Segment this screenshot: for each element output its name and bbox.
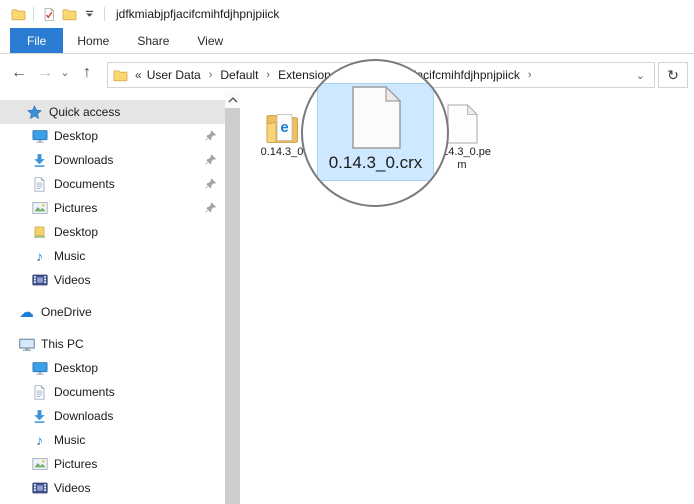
nav-item-this-pc[interactable]: This PC — [0, 332, 225, 356]
nav-item-music-recent[interactable]: ♪ Music — [0, 244, 225, 268]
svg-text:e: e — [280, 119, 288, 136]
onedrive-cloud-icon: ☁ — [18, 304, 35, 320]
breadcrumb-item-user-data[interactable]: User Data — [145, 68, 203, 82]
breadcrumb-overflow[interactable]: « — [132, 68, 145, 82]
window-title: jdfkmiabjpfjacifcmihfdjhpnjpiick — [116, 7, 279, 21]
nav-item-label: Videos — [54, 273, 90, 287]
title-bar: jdfkmiabjpfjacifcmihfdjhpnjpiick — [0, 0, 694, 28]
refresh-button[interactable]: ↻ — [658, 62, 688, 88]
tab-view[interactable]: View — [183, 28, 237, 53]
nav-item-pictures-pinned[interactable]: Pictures — [0, 196, 225, 220]
ribbon-tab-bar: File Home Share View — [0, 28, 694, 54]
nav-item-label: Music — [54, 433, 85, 447]
scroll-up-button[interactable] — [225, 91, 240, 108]
nav-gap — [0, 292, 225, 300]
nav-item-label: Quick access — [49, 105, 120, 119]
nav-item-desktop-recent[interactable]: Desktop — [0, 220, 225, 244]
tab-share[interactable]: Share — [123, 28, 183, 53]
music-note-icon: ♪ — [31, 432, 48, 448]
this-pc-icon — [18, 336, 35, 352]
nav-item-label: Pictures — [54, 201, 97, 215]
nav-item-label: Documents — [54, 177, 115, 191]
downloads-icon — [31, 408, 48, 424]
back-button[interactable]: ← — [6, 54, 32, 91]
app-folder-icon — [8, 3, 28, 25]
explorer-window: jdfkmiabjpfjacifcmihfdjhpnjpiick File Ho… — [0, 0, 694, 504]
music-note-icon: ♪ — [31, 248, 48, 264]
nav-item-videos-recent[interactable]: Videos — [0, 268, 225, 292]
pictures-icon — [31, 200, 48, 216]
nav-item-desktop-pinned[interactable]: Desktop — [0, 124, 225, 148]
qat-new-folder-button[interactable] — [59, 3, 79, 25]
qat-customize-chevron-icon[interactable] — [79, 3, 99, 25]
titlebar-separator — [104, 7, 105, 21]
nav-item-thispc-downloads[interactable]: Downloads — [0, 404, 225, 428]
breadcrumb-chevron-icon[interactable]: › — [203, 69, 219, 81]
nav-item-downloads-pinned[interactable]: Downloads — [0, 148, 225, 172]
pin-icon — [205, 130, 217, 142]
nav-item-label: Documents — [54, 385, 115, 399]
downloads-icon — [31, 152, 48, 168]
nav-item-thispc-pictures[interactable]: Pictures — [0, 452, 225, 476]
nav-item-label: Desktop — [54, 129, 98, 143]
tab-home[interactable]: Home — [63, 28, 123, 53]
titlebar-separator — [33, 7, 34, 21]
nav-item-thispc-desktop[interactable]: Desktop — [0, 356, 225, 380]
magnified-file-label: 0.14.3_0.crx — [308, 153, 443, 173]
nav-scrollbar[interactable] — [225, 91, 240, 504]
documents-icon — [31, 384, 48, 400]
address-dropdown-chevron-icon[interactable]: ⌄ — [636, 69, 654, 82]
nav-gap — [0, 324, 225, 332]
pictures-icon — [31, 456, 48, 472]
nav-item-onedrive[interactable]: ☁ OneDrive — [0, 300, 225, 324]
quick-access-star-icon — [26, 104, 43, 120]
pin-icon — [205, 154, 217, 166]
nav-item-label: OneDrive — [41, 305, 92, 319]
magnifier-overlay: 0.14.3_0.crx — [301, 59, 449, 207]
nav-item-label: Desktop — [54, 225, 98, 239]
breadcrumb-chevron-icon[interactable]: › — [260, 69, 276, 81]
scrollbar-thumb[interactable] — [225, 108, 240, 504]
address-folder-icon — [113, 69, 128, 82]
nav-item-thispc-music[interactable]: ♪ Music — [0, 428, 225, 452]
documents-icon — [31, 176, 48, 192]
nav-item-label: Desktop — [54, 361, 98, 375]
desktop-icon — [31, 360, 48, 376]
nav-item-label: Pictures — [54, 457, 97, 471]
nav-item-label: Downloads — [54, 153, 113, 167]
pin-icon — [205, 178, 217, 190]
desktop-icon — [31, 128, 48, 144]
videos-icon — [31, 480, 48, 496]
nav-item-label: Downloads — [54, 409, 113, 423]
crx-document-icon — [352, 86, 401, 149]
nav-item-thispc-documents[interactable]: Documents — [0, 380, 225, 404]
nav-item-quick-access[interactable]: Quick access — [0, 100, 225, 124]
tab-file[interactable]: File — [10, 28, 63, 53]
magnified-selected-file[interactable]: 0.14.3_0.crx — [317, 83, 434, 181]
recent-locations-chevron-icon[interactable]: ⌄ — [56, 54, 74, 91]
breadcrumb-chevron-icon[interactable]: › — [522, 69, 538, 81]
nav-item-label: Music — [54, 249, 85, 263]
pin-icon — [205, 202, 217, 214]
nav-item-documents-pinned[interactable]: Documents — [0, 172, 225, 196]
nav-item-label: This PC — [41, 337, 84, 351]
up-button[interactable]: ↑ — [74, 54, 100, 91]
breadcrumb-item-default[interactable]: Default — [218, 68, 260, 82]
qat-properties-button[interactable] — [39, 3, 59, 25]
videos-icon — [31, 272, 48, 288]
nav-item-label: Videos — [54, 481, 90, 495]
desktop-folder-icon — [31, 224, 48, 240]
forward-button[interactable]: → — [32, 54, 58, 91]
navigation-pane: Quick access Desktop Downloads Documents… — [0, 91, 225, 504]
nav-item-thispc-videos[interactable]: Videos — [0, 476, 225, 500]
